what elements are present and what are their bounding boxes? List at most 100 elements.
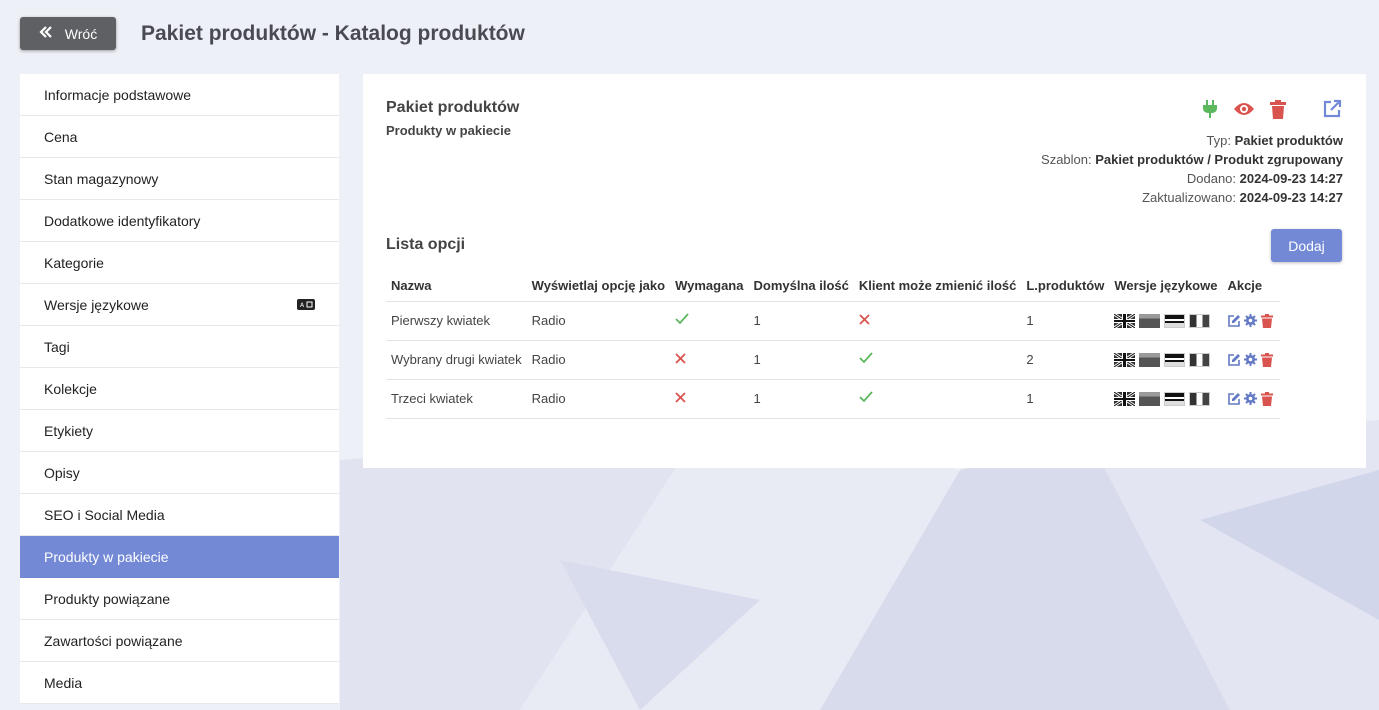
flag-icon[interactable] [1164, 313, 1186, 328]
table-row: Trzeci kwiatek Radio 1 1 [386, 379, 1281, 419]
back-button[interactable]: Wróć [20, 17, 116, 50]
product-count[interactable]: 2 [1021, 340, 1110, 380]
panel-subtitle: Produkty w pakiecie [386, 123, 511, 138]
option-name-link[interactable]: Wybrany drugi kwiatek [386, 340, 527, 380]
sidebar-item-label: Zawartości powiązane [44, 632, 183, 649]
flag-icon[interactable] [1139, 352, 1161, 367]
check-icon [859, 391, 873, 406]
col-header: Wyświetlaj opcję jako [526, 271, 671, 302]
sidebar-item-kategorie[interactable]: Kategorie [20, 242, 339, 284]
edit-icon[interactable] [1227, 392, 1241, 406]
sidebar-item-etykiety[interactable]: Etykiety [20, 410, 339, 452]
flag-icon[interactable] [1164, 352, 1186, 367]
flag-icon[interactable] [1164, 391, 1186, 406]
flag-uk-icon[interactable] [1113, 351, 1137, 368]
meta-info: Typ: Pakiet produktów Szablon: Pakiet pr… [1041, 131, 1343, 207]
flag-icon[interactable] [1139, 391, 1161, 406]
sidebar-item-label: Cena [44, 128, 78, 145]
meta-template-value: Pakiet produktów / Produkt zgrupowany [1095, 152, 1343, 167]
flag-uk-icon[interactable] [1113, 312, 1137, 329]
main-panel: Pakiet produktów Produkty w pakiecie Typ… [363, 74, 1366, 468]
table-row: Wybrany drugi kwiatek Radio 1 2 [386, 340, 1281, 380]
option-display: Radio [526, 340, 671, 380]
sidebar-item-wersje[interactable]: Wersje językowe A [20, 284, 339, 326]
sidebar-item-produkty-powiazane[interactable]: Produkty powiązane [20, 578, 339, 620]
edit-icon[interactable] [1227, 353, 1241, 367]
meta-added-value: 2024-09-23 14:27 [1239, 171, 1343, 186]
flag-icon[interactable] [1189, 313, 1211, 328]
option-name-link[interactable]: Trzeci kwiatek [386, 379, 527, 419]
plugin-icon[interactable] [1199, 98, 1221, 120]
meta-updated-value: 2024-09-23 14:27 [1239, 190, 1343, 205]
gear-icon[interactable] [1244, 391, 1258, 406]
meta-type-value: Pakiet produktów [1234, 133, 1343, 148]
cross-icon [675, 391, 686, 406]
col-header: Akcje [1222, 271, 1281, 302]
col-header: Wymagana [670, 271, 749, 302]
flag-icon[interactable] [1139, 313, 1161, 328]
sidebar-item-label: Informacje podstawowe [44, 86, 192, 103]
sidebar-item-label: Media [44, 674, 83, 691]
option-display: Radio [526, 301, 671, 341]
product-count[interactable]: 1 [1021, 379, 1110, 419]
sidebar-item-cena[interactable]: Cena [20, 116, 339, 158]
sidebar-item-zawartosci-powiazane[interactable]: Zawartości powiązane [20, 620, 339, 662]
sidebar-item-opisy[interactable]: Opisy [20, 452, 339, 494]
edit-icon[interactable] [1227, 314, 1241, 328]
col-header: Nazwa [386, 271, 527, 302]
default-qty: 1 [748, 340, 854, 380]
flag-uk-icon[interactable] [1113, 390, 1137, 407]
trash-icon[interactable] [1261, 313, 1275, 328]
sidebar-item-label: Produkty powiązane [44, 590, 171, 607]
sidebar-item-media[interactable]: Media [20, 662, 339, 704]
col-header: Domyślna ilość [748, 271, 854, 302]
trash-icon[interactable] [1261, 391, 1275, 406]
meta-added-label: Dodano: [1186, 171, 1237, 186]
trash-icon[interactable] [1267, 98, 1289, 120]
sidebar-item-label: Kategorie [44, 254, 104, 271]
flag-icon[interactable] [1189, 391, 1211, 406]
back-label: Wróć [64, 25, 98, 42]
add-button[interactable]: Dodaj [1271, 229, 1342, 262]
sidebar: Informacje podstawowe Cena Stan magazyno… [20, 74, 339, 704]
gear-icon[interactable] [1244, 352, 1258, 367]
external-link-icon[interactable] [1321, 98, 1343, 120]
sidebar-item-identyfikatory[interactable]: Dodatkowe identyfikatory [20, 200, 339, 242]
flag-icon[interactable] [1189, 352, 1211, 367]
sidebar-item-informacje[interactable]: Informacje podstawowe [20, 74, 339, 116]
meta-updated-label: Zaktualizowano: [1142, 190, 1237, 205]
sidebar-item-label: Kolekcje [44, 380, 97, 397]
cross-icon [859, 313, 870, 328]
sidebar-item-label: SEO i Social Media [44, 506, 165, 523]
col-header: Klient może zmienić ilość [853, 271, 1022, 302]
check-icon [859, 352, 873, 367]
options-table: Nazwa Wyświetlaj opcję jako Wymagana Dom… [386, 271, 1281, 419]
sidebar-item-produkty-w-pakiecie[interactable]: Produkty w pakiecie [20, 536, 339, 578]
product-count[interactable]: 1 [1021, 301, 1110, 341]
trash-icon[interactable] [1261, 352, 1275, 367]
meta-template-label: Szablon: [1041, 152, 1092, 167]
double-chevron-left-icon [39, 25, 53, 42]
sidebar-item-seo[interactable]: SEO i Social Media [20, 494, 339, 536]
sidebar-item-stan[interactable]: Stan magazynowy [20, 158, 339, 200]
svg-text:A: A [300, 302, 305, 308]
default-qty: 1 [748, 379, 854, 419]
col-header: L.produktów [1021, 271, 1110, 302]
sidebar-item-label: Stan magazynowy [44, 170, 159, 187]
sidebar-item-tagi[interactable]: Tagi [20, 326, 339, 368]
options-list-title: Lista opcji [386, 236, 466, 253]
page-title: Pakiet produktów - Katalog produktów [141, 21, 525, 45]
sidebar-item-label: Etykiety [44, 422, 94, 439]
sidebar-item-label: Opisy [44, 464, 80, 481]
sidebar-item-kolekcje[interactable]: Kolekcje [20, 368, 339, 410]
sidebar-item-label: Produkty w pakiecie [44, 548, 169, 565]
eye-icon[interactable] [1233, 98, 1255, 120]
sidebar-item-label: Dodatkowe identyfikatory [44, 212, 201, 229]
check-icon [675, 313, 689, 328]
sidebar-item-label: Tagi [44, 338, 70, 355]
gear-icon[interactable] [1244, 313, 1258, 328]
meta-type-label: Typ: [1206, 133, 1232, 148]
panel-title: Pakiet produktów [386, 99, 520, 116]
option-name-link[interactable]: Pierwszy kwiatek [386, 301, 527, 341]
default-qty: 1 [748, 301, 854, 341]
